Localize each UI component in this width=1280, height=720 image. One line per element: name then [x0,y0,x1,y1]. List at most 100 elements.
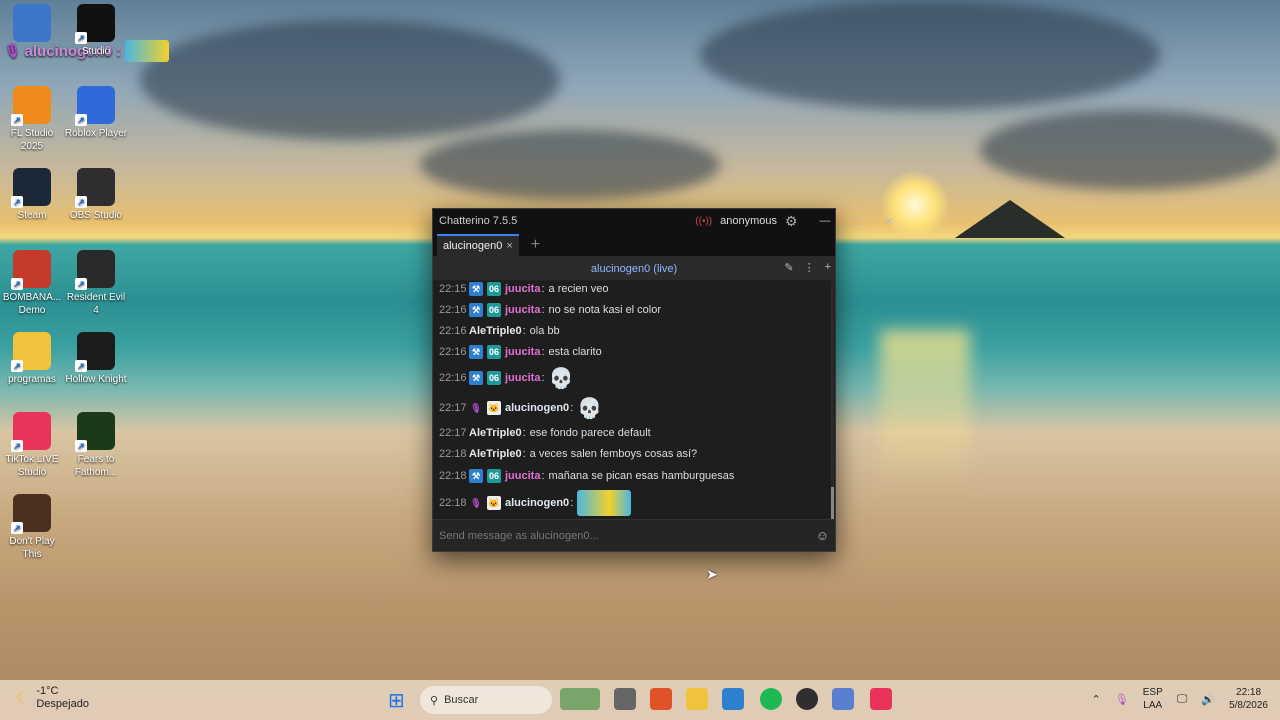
sub-badge-icon[interactable]: 06 [487,469,501,483]
file-explorer-icon[interactable] [686,688,708,710]
message-timestamp: 22:17 [439,402,467,414]
tiktok-taskbar-icon[interactable] [870,688,892,710]
gear-icon[interactable]: ⚙ [785,213,798,230]
desktop-icon[interactable]: ↗ Hollow Knight [64,332,128,386]
cat-badge-icon[interactable]: 🐱 [487,401,501,415]
message-username[interactable]: AleTriple0 [469,325,522,337]
message-username[interactable]: juucita [505,283,540,295]
title-bar[interactable]: Chatterino 7.5.5 ((•)) anonymous ⚙ — ☐ ✕ [433,209,894,233]
desktop-icon[interactable]: ↗ Don't Play This [0,494,64,561]
mod-badge-icon[interactable]: ⚒ [469,469,483,483]
microphone-icon[interactable]: 🎙 [1115,693,1129,706]
chat-message[interactable]: 22:18 ⚒ 06 juucita: mañana se pican esas ham… [439,465,734,487]
tab-alucinogen0[interactable]: alucinogen0 × [437,234,519,256]
message-username[interactable]: AleTriple0 [469,427,522,439]
weather-widget[interactable]: ☾ -1°C Despejado [16,685,89,711]
chatterino-taskbar-icon[interactable] [832,688,854,710]
message-username[interactable]: juucita [505,304,540,316]
start-button[interactable]: ⊞ [388,688,412,712]
cat-badge-icon[interactable]: 🐱 [487,496,501,510]
chat-message[interactable]: 22:17 AleTriple0: ese fondo parece default [439,423,651,443]
task-view-icon[interactable] [614,688,636,710]
split-header[interactable]: alucinogen0 (live) ✎ ⋮ + [433,257,835,281]
moderation-icon[interactable]: ✎ [784,261,793,274]
network-icon[interactable]: 🖵 [1177,693,1188,706]
close-button[interactable]: ✕ [884,215,893,228]
desktop-icon[interactable] [0,4,64,45]
volume-icon[interactable]: 🔊 [1201,693,1215,706]
sub-badge-icon[interactable]: 06 [487,282,501,296]
message-timestamp: 22:16 [439,346,467,358]
minimize-button[interactable]: — [820,215,831,227]
mic-badge-icon[interactable]: 🎙 [469,496,483,510]
chat-message[interactable]: 22:15 ⚒ 06 juucita: a recien veo [439,281,608,299]
desktop-icon[interactable]: ↗ BOMBANA... Demo [0,250,64,317]
message-username[interactable]: alucinogen0 [505,497,569,509]
shortcut-arrow-icon: ↗ [75,114,87,126]
scrollbar-thumb[interactable] [831,487,834,519]
desktop-icon[interactable]: ↗ Roblox Player [64,86,128,140]
desktop-icon[interactable]: ↗ Studio [64,4,128,58]
language-indicator[interactable]: ESP LAA [1143,686,1163,712]
chat-message[interactable]: 22:16 ⚒ 06 juucita: no se nota kasi el color [439,299,661,321]
message-username[interactable]: alucinogen0 [505,402,569,414]
skull-emote-icon[interactable]: 💀 [549,366,574,391]
message-username[interactable]: juucita [505,372,540,384]
store-icon[interactable] [722,688,744,710]
chat-message[interactable]: 22:16 ⚒ 06 juucita: 💀 [439,363,573,393]
obs-taskbar-icon[interactable] [796,688,818,710]
add-split-icon[interactable]: + [825,261,831,274]
desktop-icon[interactable]: ↗ programas [0,332,64,386]
widgets-icon[interactable] [560,688,600,710]
roblox-studio-icon: ↗ [75,4,115,44]
mod-badge-icon[interactable]: ⚒ [469,371,483,385]
channel-header[interactable]: alucinogen0 (live) [591,263,677,275]
message-username[interactable]: juucita [505,470,540,482]
sub-badge-icon[interactable]: 06 [487,345,501,359]
mod-badge-icon[interactable]: ⚒ [469,282,483,296]
chat-message[interactable]: 22:16 AleTriple0: ola bb [439,321,560,341]
skull-emote-icon[interactable]: 💀 [577,396,602,421]
chat-message[interactable]: 22:17 🎙 🐱 alucinogen0: 💀 [439,393,602,423]
message-username[interactable]: AleTriple0 [469,448,522,460]
minion-emote-icon[interactable] [577,490,632,516]
tiktok-live-icon: ↗ [11,412,51,452]
mic-badge-icon[interactable]: 🎙 [469,401,483,415]
account-name[interactable]: anonymous [720,215,777,227]
menu-icon[interactable]: ⋮ [804,261,815,274]
chevron-up-icon[interactable]: ⌃ [1092,693,1101,706]
message-timestamp: 22:18 [439,497,467,509]
chat-message[interactable]: 22:18 AleTriple0: a veces salen femboys co… [439,443,697,465]
tab-close-icon[interactable]: × [506,240,512,252]
island [955,200,1065,238]
message-username[interactable]: juucita [505,346,540,358]
sub-badge-icon[interactable]: 06 [487,303,501,317]
scrollbar[interactable] [831,281,834,519]
desktop-icon-label: Roblox Player [64,128,128,139]
brave-icon[interactable] [650,688,672,710]
mod-badge-icon[interactable]: ⚒ [469,303,483,317]
desktop-icon[interactable]: ↗ Steam [0,168,64,222]
desktop-icon[interactable]: ↗ FL Studio 2025 [0,86,64,153]
desktop-icon-label: FL Studio 2025 [10,128,54,152]
spotify-icon[interactable] [760,688,782,710]
search-icon: ⚲ [430,694,439,707]
chat-message[interactable]: 22:18 🎙 🐱 alucinogen0: [439,487,632,519]
clock[interactable]: 22:18 5/8/2026 [1229,686,1268,712]
desktop-icon-label: Hollow Knight [65,374,127,385]
desktop-icon[interactable]: ↗ OBS Studio [64,168,128,222]
message-input[interactable]: Send message as alucinogen0... ☺ [433,519,835,551]
desktop-icon[interactable]: ↗ Fears to Fathom... [64,412,128,479]
add-tab-button[interactable]: + [531,234,540,256]
desktop-icon[interactable]: ↗ Resident Evil 4 [64,250,128,317]
search-box[interactable]: ⚲ Buscar [420,686,552,714]
emoji-picker-icon[interactable]: ☺ [816,528,829,543]
maximize-button[interactable]: ☐ [853,215,863,228]
mod-badge-icon[interactable]: ⚒ [469,345,483,359]
chatterino-window[interactable]: Chatterino 7.5.5 ((•)) anonymous ⚙ — ☐ ✕… [432,208,894,552]
sub-badge-icon[interactable]: 06 [487,371,501,385]
message-list[interactable]: 22:15 ⚒ 06 juucita: a recien veo 22:16 ⚒ 06 juuc… [433,281,835,519]
weather-temp: -1°C [36,685,59,697]
desktop-icon[interactable]: ↗ TikTok LIVE Studio [0,412,64,479]
chat-message[interactable]: 22:16 ⚒ 06 juucita: esta clarito [439,341,602,363]
